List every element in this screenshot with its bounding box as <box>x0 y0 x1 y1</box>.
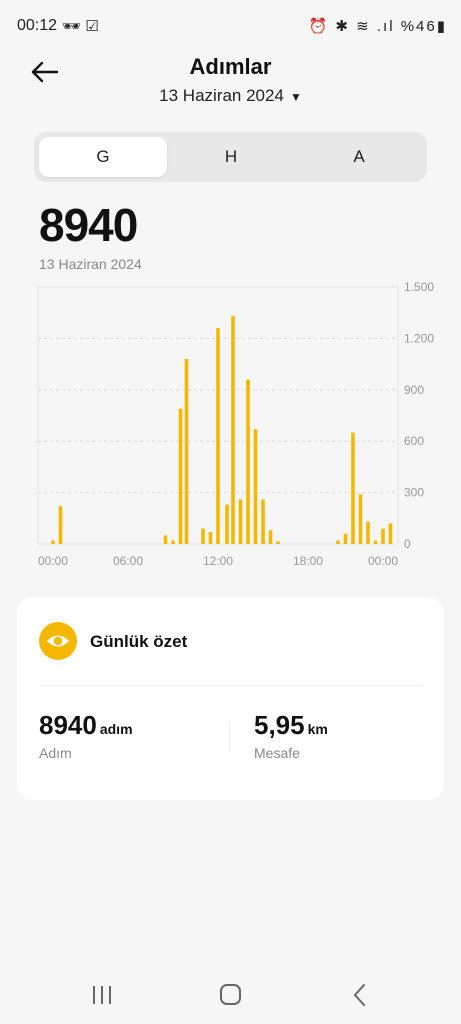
stat-divider <box>229 722 230 752</box>
chart-bar[interactable] <box>208 532 213 544</box>
chart-bar[interactable] <box>216 328 220 544</box>
back-nav-icon[interactable] <box>340 980 380 1010</box>
system-nav-bar <box>0 964 461 1024</box>
chart-bar[interactable] <box>238 499 243 544</box>
chart-bar[interactable] <box>253 429 258 544</box>
chart-bar[interactable] <box>51 540 55 544</box>
summary-divider <box>39 685 422 686</box>
page-title: Adımlar <box>189 54 272 79</box>
total-steps-date: 13 Haziran 2024 <box>39 256 142 272</box>
y-tick-label: 1.500 <box>404 280 434 294</box>
chart-bar[interactable] <box>171 540 175 544</box>
date-selector-label: 13 Haziran 2024 <box>159 86 284 105</box>
chart-bar[interactable] <box>366 521 370 544</box>
chart-bar[interactable] <box>201 528 205 544</box>
total-steps-value: 8940 <box>39 199 138 251</box>
chart-bar[interactable] <box>351 432 355 544</box>
y-tick-label: 900 <box>404 383 424 397</box>
chart-bar[interactable] <box>276 541 280 544</box>
steps-stat-unit: adım <box>99 721 133 737</box>
distance-stat-unit: km <box>307 721 328 737</box>
chart-bar[interactable] <box>225 504 229 544</box>
status-notification-icons: 🕶 ☑ <box>62 18 99 35</box>
chart-bar[interactable] <box>261 499 265 544</box>
x-tick-label: 00:00 <box>38 554 68 568</box>
dropdown-caret-icon: ▼ <box>289 90 302 104</box>
chart-bar[interactable] <box>58 506 63 544</box>
chart-bar[interactable] <box>381 528 385 544</box>
chart-bar[interactable] <box>388 523 393 544</box>
distance-stat: 5,95 km <box>254 710 328 741</box>
y-tick-label: 600 <box>404 434 424 448</box>
date-selector[interactable]: 13 Haziran 2024 ▼ <box>0 86 461 106</box>
steps-bar-chart: 1.500 1.200 900 600 300 0 00:00 06:00 12:00 18:0… <box>37 280 434 568</box>
recent-apps-icon[interactable] <box>82 980 122 1010</box>
x-tick-label: 18:00 <box>293 554 323 568</box>
distance-stat-value: 5,95 <box>254 710 305 740</box>
distance-stat-label: Mesafe <box>254 745 300 761</box>
y-tick-label: 0 <box>404 537 411 551</box>
x-tick-label: 12:00 <box>203 554 233 568</box>
chart-bar[interactable] <box>373 540 378 544</box>
tab-month[interactable]: A <box>295 137 423 177</box>
chart-bar[interactable] <box>343 533 348 544</box>
chart-bar[interactable] <box>268 530 273 544</box>
chart-bar[interactable] <box>231 316 235 544</box>
summary-title: Günlük özet <box>90 632 188 651</box>
x-tick-label: 00:00 <box>368 554 398 568</box>
x-tick-label: 06:00 <box>113 554 143 568</box>
chart-bar[interactable] <box>358 494 363 544</box>
status-time: 00:12 <box>17 17 58 34</box>
tab-day[interactable]: G <box>39 137 167 177</box>
chart-bar[interactable] <box>336 540 340 544</box>
daily-summary-card: Günlük özet 8940 adım Adım 5,95 km Mesafe <box>17 597 444 800</box>
chart-bar[interactable] <box>246 379 250 544</box>
status-system-icons: ⏰ ✱ ≋ .ıl %46▮ <box>308 18 447 35</box>
y-tick-label: 300 <box>404 486 424 500</box>
chart-bar[interactable] <box>163 535 168 544</box>
battery-text: %46 <box>400 18 437 35</box>
chart-bar[interactable] <box>184 358 189 544</box>
home-icon[interactable] <box>210 980 250 1010</box>
tab-week[interactable]: H <box>167 137 295 177</box>
chart-bar[interactable] <box>178 408 183 544</box>
steps-stat-value: 8940 <box>39 710 97 740</box>
eye-icon <box>39 622 77 660</box>
status-bar: 00:12 🕶 ☑ ⏰ ✱ ≋ .ıl %46▮ <box>0 0 461 50</box>
y-tick-label: 1.200 <box>404 331 434 345</box>
period-tabs: G H A <box>34 132 427 182</box>
steps-stat-label: Adım <box>39 745 72 761</box>
steps-stat: 8940 adım <box>39 710 133 741</box>
